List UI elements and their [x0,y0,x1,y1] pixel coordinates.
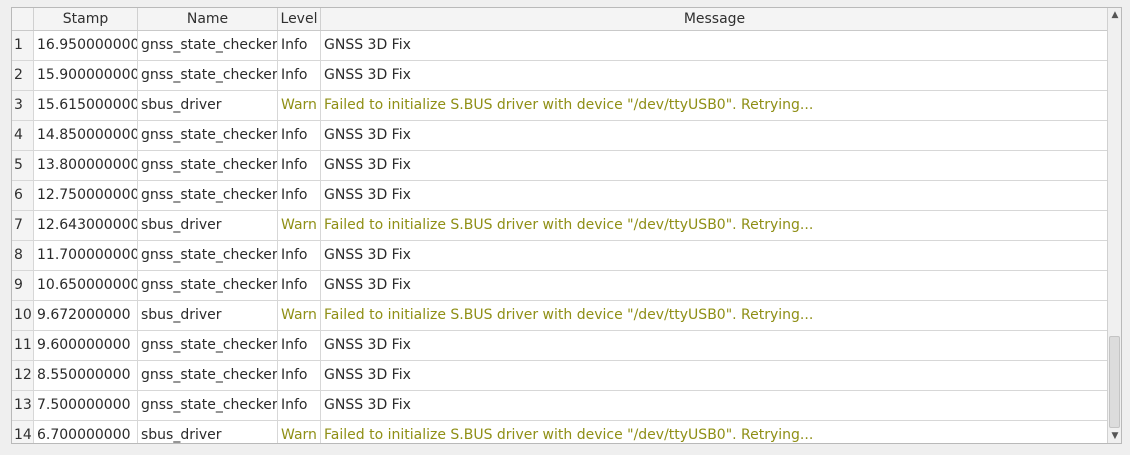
message-cell: GNSS 3D Fix [324,277,411,293]
message-cell: GNSS 3D Fix [324,247,411,263]
row-index: 9 [12,271,34,300]
stamp-cell: 15.900000000 [34,61,138,90]
table-body: 1 16.950000000 gnss_state_checker Info GNSS … [12,31,1108,443]
row-index: 2 [12,61,34,90]
table-row[interactable]: 13 7.500000000 gnss_state_checker Info GNSS … [12,391,1108,421]
stamp-cell: 9.600000000 [34,331,138,360]
message-cell: GNSS 3D Fix [324,37,411,53]
stamp-cell: 8.550000000 [34,361,138,390]
row-index: 4 [12,121,34,150]
scrollbar-thumb[interactable] [1109,336,1120,428]
column-header-name[interactable]: Name [138,8,278,30]
name-cell: gnss_state_checker [138,271,278,300]
message-cell: Failed to initialize S.BUS driver with d… [324,97,814,113]
column-header-message[interactable]: Message [321,8,1108,30]
stamp-cell: 10.650000000 [34,271,138,300]
level-cell: Info [278,181,321,210]
message-cell: GNSS 3D Fix [324,67,411,83]
stamp-cell: 11.700000000 [34,241,138,270]
name-cell: sbus_driver [138,301,278,330]
row-index: 1 [12,31,34,60]
stamp-cell: 12.643000000 [34,211,138,240]
table-row[interactable]: 2 15.900000000 gnss_state_checker Info GNSS … [12,61,1108,91]
message-cell: GNSS 3D Fix [324,127,411,143]
name-cell: sbus_driver [138,211,278,240]
table-row[interactable]: 14 6.700000000 sbus_driver Warn Failed to in… [12,421,1108,443]
row-index: 10 [12,301,34,330]
row-index: 13 [12,391,34,420]
message-cell: GNSS 3D Fix [324,337,411,353]
table-row[interactable]: 5 13.800000000 gnss_state_checker Info GNSS … [12,151,1108,181]
row-index: 6 [12,181,34,210]
stamp-cell: 16.950000000 [34,31,138,60]
row-index: 8 [12,241,34,270]
level-cell: Info [278,361,321,390]
level-cell: Info [278,31,321,60]
message-cell: GNSS 3D Fix [324,367,411,383]
row-index: 5 [12,151,34,180]
name-cell: sbus_driver [138,421,278,443]
vertical-scrollbar[interactable]: ▲ ▼ [1107,8,1121,443]
row-index: 7 [12,211,34,240]
message-cell: Failed to initialize S.BUS driver with d… [324,307,814,323]
table-row[interactable]: 1 16.950000000 gnss_state_checker Info GNSS … [12,31,1108,61]
table-row[interactable]: 10 9.672000000 sbus_driver Warn Failed to in… [12,301,1108,331]
column-header-level[interactable]: Level [278,8,321,30]
level-cell: Info [278,241,321,270]
table-row[interactable]: 9 10.650000000 gnss_state_checker Info GNSS … [12,271,1108,301]
table-row[interactable]: 12 8.550000000 gnss_state_checker Info GNSS … [12,361,1108,391]
level-cell: Info [278,271,321,300]
table-row[interactable]: 4 14.850000000 gnss_state_checker Info GNSS … [12,121,1108,151]
name-cell: gnss_state_checker [138,151,278,180]
message-cell: GNSS 3D Fix [324,157,411,173]
table-header: Stamp Name Level Message [12,8,1108,31]
message-cell: GNSS 3D Fix [324,397,411,413]
level-cell: Warn [278,421,321,443]
name-cell: gnss_state_checker [138,31,278,60]
message-cell: Failed to initialize S.BUS driver with d… [324,427,814,443]
name-cell: gnss_state_checker [138,61,278,90]
level-cell: Warn [278,91,321,120]
level-cell: Info [278,391,321,420]
scroll-down-icon[interactable]: ▼ [1108,429,1121,443]
stamp-cell: 13.800000000 [34,151,138,180]
row-index: 12 [12,361,34,390]
level-cell: Info [278,121,321,150]
column-header-stamp[interactable]: Stamp [34,8,138,30]
name-cell: gnss_state_checker [138,331,278,360]
level-cell: Info [278,151,321,180]
scroll-up-icon[interactable]: ▲ [1108,8,1121,22]
log-table[interactable]: Stamp Name Level Message 1 16.950000000 gn… [11,7,1122,444]
stamp-cell: 7.500000000 [34,391,138,420]
name-cell: gnss_state_checker [138,121,278,150]
stamp-cell: 12.750000000 [34,181,138,210]
column-header-index[interactable] [12,8,34,30]
stamp-cell: 9.672000000 [34,301,138,330]
table-row[interactable]: 6 12.750000000 gnss_state_checker Info GNSS … [12,181,1108,211]
name-cell: gnss_state_checker [138,241,278,270]
message-cell: Failed to initialize S.BUS driver with d… [324,217,814,233]
stamp-cell: 14.850000000 [34,121,138,150]
level-cell: Warn [278,211,321,240]
level-cell: Warn [278,301,321,330]
name-cell: gnss_state_checker [138,361,278,390]
table-row[interactable]: 8 11.700000000 gnss_state_checker Info GNSS … [12,241,1108,271]
row-index: 11 [12,331,34,360]
level-cell: Info [278,61,321,90]
message-cell: GNSS 3D Fix [324,187,411,203]
table-row[interactable]: 3 15.615000000 sbus_driver Warn Failed to in… [12,91,1108,121]
stamp-cell: 6.700000000 [34,421,138,443]
name-cell: gnss_state_checker [138,181,278,210]
stamp-cell: 15.615000000 [34,91,138,120]
table-row[interactable]: 11 9.600000000 gnss_state_checker Info GNSS … [12,331,1108,361]
name-cell: sbus_driver [138,91,278,120]
row-index: 3 [12,91,34,120]
table-row[interactable]: 7 12.643000000 sbus_driver Warn Failed to in… [12,211,1108,241]
level-cell: Info [278,331,321,360]
name-cell: gnss_state_checker [138,391,278,420]
row-index: 14 [12,421,34,443]
